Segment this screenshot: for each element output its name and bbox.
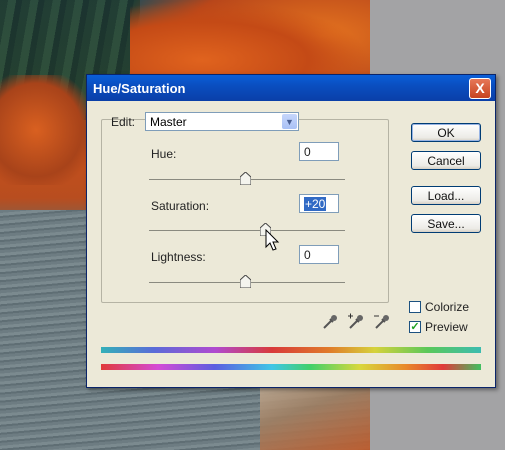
saturation-label: Saturation: — [151, 199, 210, 213]
lightness-value: 0 — [304, 248, 311, 262]
saturation-value: +20 — [304, 197, 327, 211]
hue-value: 0 — [304, 145, 311, 159]
cancel-button[interactable]: Cancel — [411, 151, 481, 170]
edit-select[interactable]: Master ▼ — [145, 112, 299, 131]
ok-button[interactable]: OK — [411, 123, 481, 142]
mouse-pointer-icon — [265, 229, 280, 251]
eyedropper-plus-icon[interactable] — [347, 313, 365, 331]
chevron-down-icon[interactable]: ▼ — [282, 114, 297, 129]
preview-checkbox[interactable]: ✓ — [409, 321, 421, 333]
preview-label: Preview — [425, 320, 468, 334]
photo-left-bank — [0, 75, 90, 185]
load-button[interactable]: Load... — [411, 186, 481, 205]
dialog-title: Hue/Saturation — [93, 80, 186, 96]
hue-saturation-dialog: Hue/Saturation X Edit: Master ▼ Hue: 0 S… — [86, 74, 496, 388]
lightness-input[interactable]: 0 — [299, 245, 339, 264]
hue-slider-thumb[interactable] — [240, 172, 251, 185]
output-color-ramp — [101, 364, 481, 370]
eyedropper-icon[interactable] — [321, 313, 339, 331]
saturation-slider-track[interactable] — [149, 230, 345, 231]
colorize-checkbox[interactable] — [409, 301, 421, 313]
save-button[interactable]: Save... — [411, 214, 481, 233]
lightness-label: Lightness: — [151, 250, 206, 264]
hue-label: Hue: — [151, 147, 177, 161]
lightness-slider-thumb[interactable] — [240, 275, 251, 288]
eyedropper-minus-icon[interactable] — [373, 313, 391, 331]
close-icon: X — [475, 80, 485, 96]
edit-select-value: Master — [150, 114, 187, 129]
input-color-ramp — [101, 347, 481, 353]
close-button[interactable]: X — [469, 77, 491, 99]
titlebar[interactable]: Hue/Saturation X — [87, 75, 495, 101]
edit-label: Edit: — [111, 115, 136, 129]
hue-input[interactable]: 0 — [299, 142, 339, 161]
colorize-label: Colorize — [425, 300, 470, 314]
saturation-input[interactable]: +20 — [299, 194, 339, 213]
